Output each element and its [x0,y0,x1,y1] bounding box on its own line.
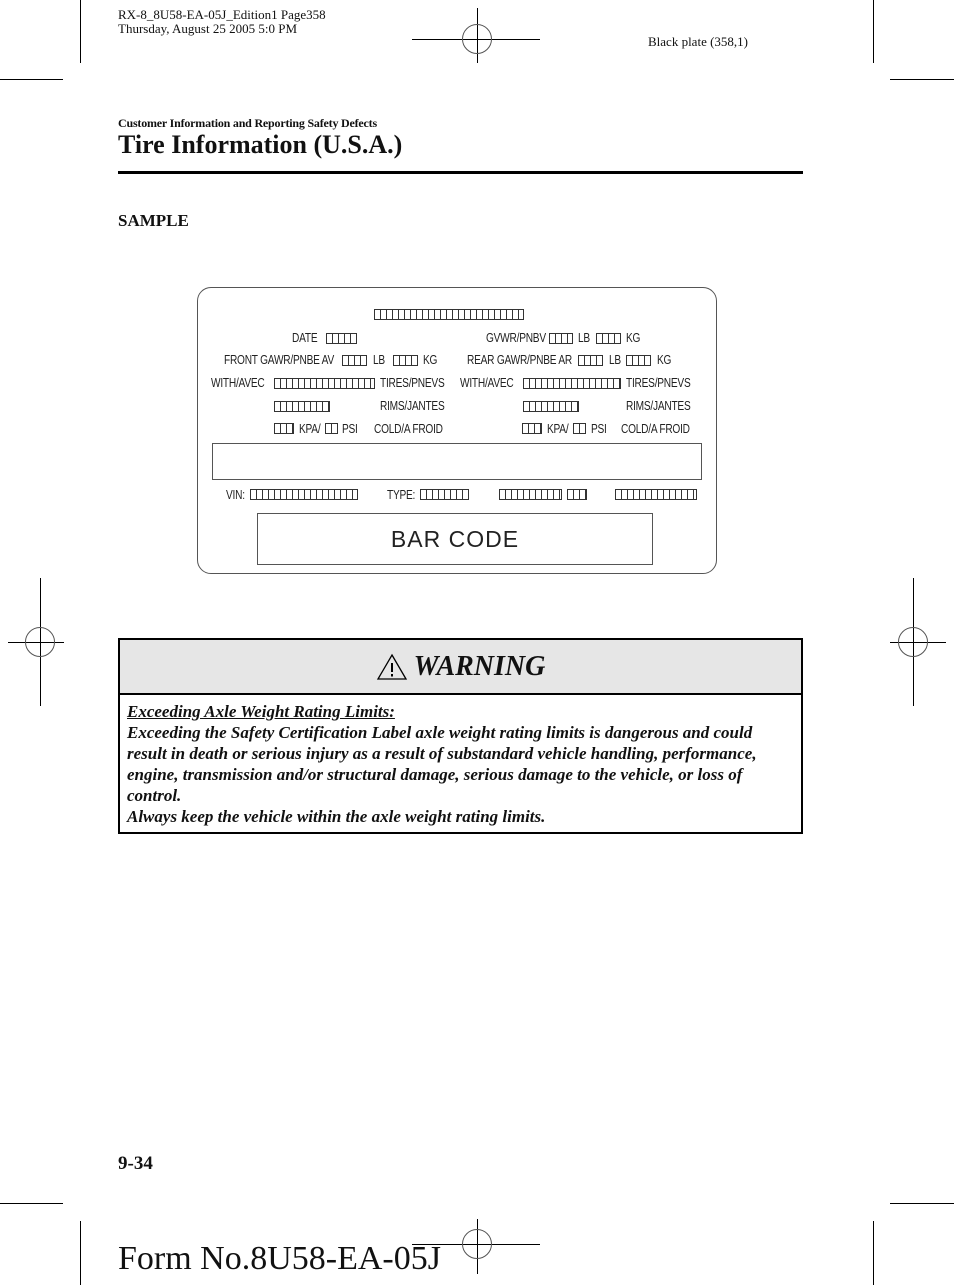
label-rims: RIMS/JANTES [626,398,691,413]
label-kpa: KPA/ [547,421,569,436]
warning-box: WARNING Exceeding Axle Weight Rating Lim… [118,638,803,834]
label-lb: LB [578,330,590,345]
barcode-label: BAR CODE [390,525,520,552]
label-kg: KG [423,352,438,367]
label-tires: TIRES/PNEVS [380,375,445,390]
page-number: 9-34 [118,1153,153,1174]
label-field-cells [596,333,621,344]
crop-mark [890,79,954,80]
crop-mark [80,1221,81,1285]
label-rims: RIMS/JANTES [380,398,445,413]
label-vin: VIN: [226,487,245,502]
label-field-cells [374,309,524,320]
registration-circle [462,1229,492,1259]
registration-circle [25,627,55,657]
warning-body: Exceeding Axle Weight Rating Limits: Exc… [120,695,801,833]
label-blank-box [212,443,702,480]
label-field-cells [549,333,573,344]
label-field-cells [578,355,603,366]
warning-text: Exceeding the Safety Certification Label… [127,723,757,805]
crop-mark [80,0,81,63]
label-field-cells [573,423,586,434]
label-psi: PSI [591,421,607,436]
label-psi: PSI [342,421,358,436]
label-tires: TIRES/PNEVS [626,375,691,390]
crop-mark [0,79,63,80]
label-field-cells [626,355,651,366]
label-field-cells [393,355,418,366]
label-field-cells [523,401,579,412]
label-field-cells [342,355,367,366]
label-field-cells [499,489,562,500]
label-with-avec: WITH/AVEC [211,375,265,390]
label-lb: LB [609,352,621,367]
registration-circle [898,627,928,657]
label-field-cells [250,489,358,500]
label-date: DATE [292,330,318,345]
label-field-cells [522,423,542,434]
plate-info: Black plate (358,1) [648,34,748,49]
warning-advice: Always keep the vehicle within the axle … [127,807,546,826]
label-kg: KG [657,352,672,367]
title-rule [118,171,803,174]
form-number: Form No.8U58-EA-05J [118,1240,441,1277]
label-cold: COLD/A FROID [621,421,690,436]
label-with-avec: WITH/AVEC [460,375,514,390]
barcode-box: BAR CODE [257,513,653,565]
label-front-gawr: FRONT GAWR/PNBE AV [224,352,334,367]
label-rear-gawr: REAR GAWR/PNBE AR [467,352,572,367]
label-field-cells [274,401,330,412]
label-kpa: KPA/ [299,421,321,436]
label-lb: LB [373,352,385,367]
label-field-cells [420,489,469,500]
label-field-cells [615,489,697,500]
page-title: Tire Information (U.S.A.) [118,130,403,159]
warning-subtitle: Exceeding Axle Weight Rating Limits: [127,702,395,721]
tire-information-label: DATE GVWR/PNBV LB KG FRONT GAWR/PNBE AV … [197,287,717,574]
crop-mark [890,1203,954,1204]
crop-mark [873,1221,874,1285]
warning-triangle-icon [376,653,407,680]
label-field-cells [326,333,357,344]
print-header-line2: Thursday, August 25 2005 5:0 PM [118,21,297,36]
label-field-cells [325,423,338,434]
label-field-cells [274,378,375,389]
crop-mark [873,0,874,63]
warning-header: WARNING [120,640,801,695]
label-type: TYPE: [387,487,416,502]
warning-title: WARNING [413,650,546,682]
print-header: RX-8_8U58-EA-05J_Edition1 Page358 Thursd… [118,8,326,36]
label-cold: COLD/A FROID [374,421,443,436]
print-header-line1: RX-8_8U58-EA-05J_Edition1 Page358 [118,7,326,22]
section-label: Customer Information and Reporting Safet… [118,116,377,130]
label-gvwr: GVWR/PNBV [486,330,546,345]
registration-circle [462,24,492,54]
label-field-cells [567,489,587,500]
label-field-cells [274,423,294,434]
label-field-cells [523,378,621,389]
sample-heading: SAMPLE [118,211,189,230]
crop-mark [0,1203,63,1204]
label-kg: KG [626,330,641,345]
